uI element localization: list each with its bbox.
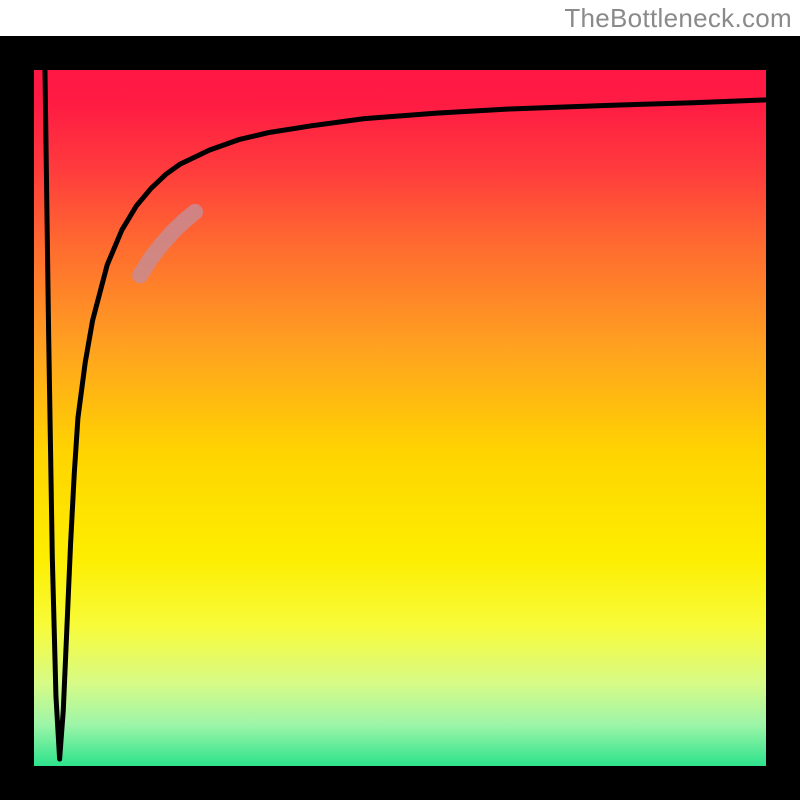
- plot-background: [34, 70, 766, 766]
- bottleneck-chart: [0, 0, 800, 800]
- chart-container: TheBottleneck.com: [0, 0, 800, 800]
- attribution-text: TheBottleneck.com: [564, 3, 792, 34]
